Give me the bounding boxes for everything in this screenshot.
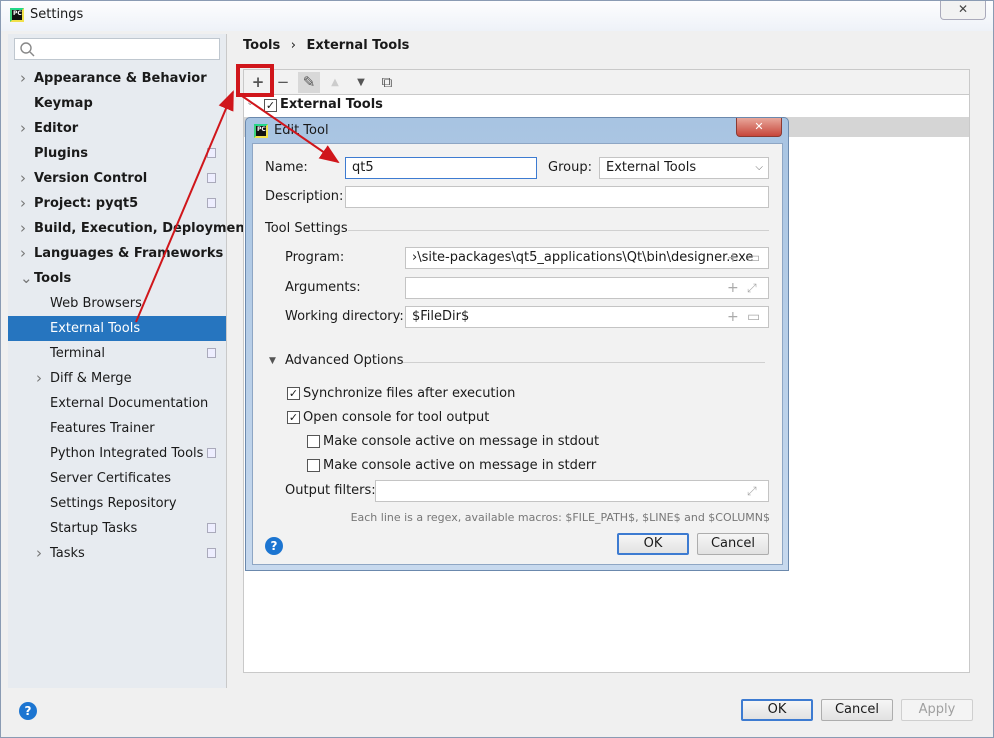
highlight-box [236, 64, 274, 97]
annotation-arrow [241, 95, 340, 164]
annotation-overlay [135, 64, 340, 323]
annotation-arrow [135, 90, 234, 323]
